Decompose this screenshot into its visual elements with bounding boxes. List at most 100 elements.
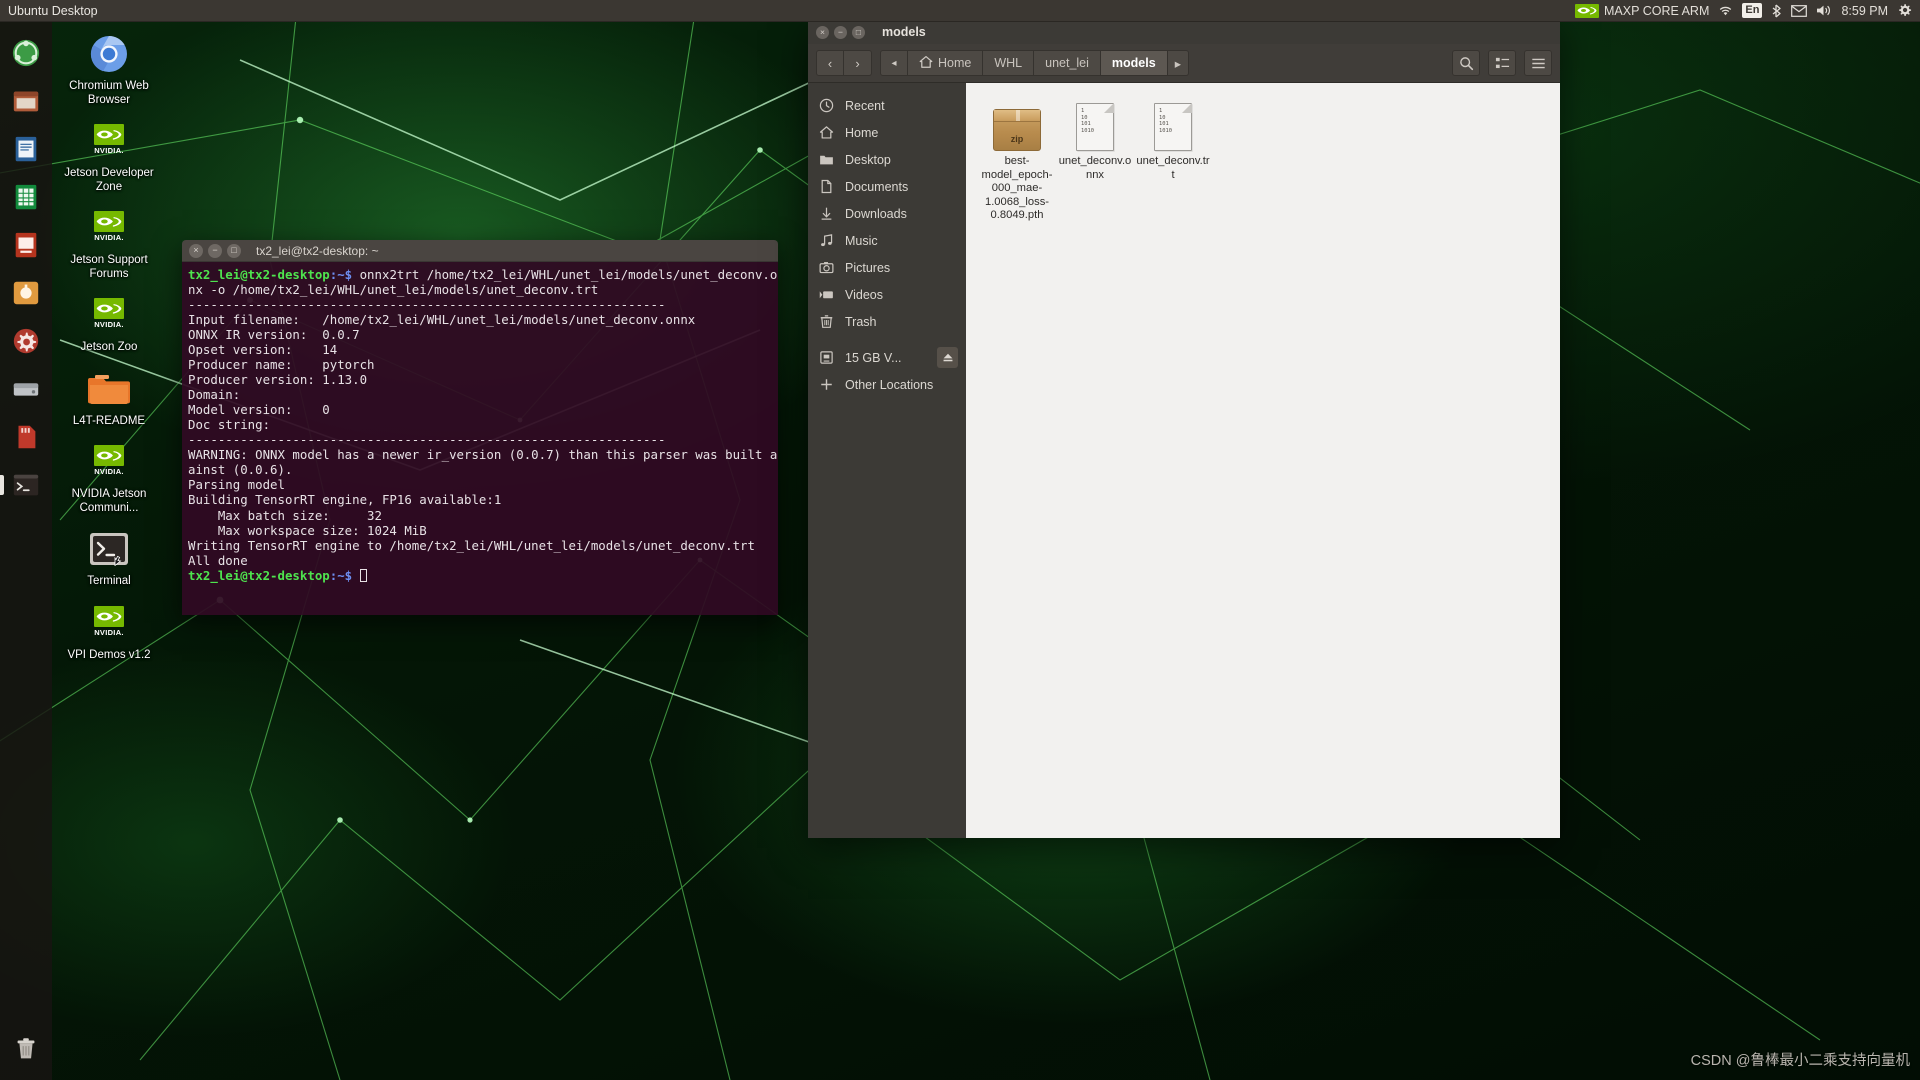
desktop-icon-chromium-web-browser[interactable]: Chromium Web Browser — [60, 30, 158, 107]
terminal-titlebar[interactable]: × − □ tx2_lei@tx2-desktop: ~ — [182, 240, 778, 262]
launcher-item-disks[interactable] — [4, 367, 48, 411]
terminal-icon — [89, 525, 129, 573]
terminal-line: Doc string: — [188, 417, 271, 433]
eject-button[interactable] — [937, 347, 958, 368]
launcher-item-writer[interactable] — [4, 127, 48, 171]
breadcrumb-label: WHL — [994, 56, 1023, 70]
breadcrumb-label: models — [1111, 56, 1156, 70]
terminal-maximize-button[interactable]: □ — [227, 243, 241, 258]
sidebar-item-recent[interactable]: Recent — [808, 92, 966, 119]
launcher-item-trash[interactable] — [4, 1026, 48, 1070]
terminal-line: Producer version: 1.13.0 — [188, 372, 368, 388]
desktop-icon-nvidia-jetson-community[interactable]: NVIDIA. NVIDIA Jetson Communi... — [60, 438, 158, 515]
sidebar-item-volume[interactable]: 15 GB V... — [808, 344, 966, 371]
nvidia-wordmark: NVIDIA. — [94, 233, 124, 242]
file-manager-window[interactable]: × − □ models ‹ › ◂ Home WHL unet_lei mod… — [808, 20, 1560, 838]
launcher-item-dash[interactable] — [4, 31, 48, 75]
wifi-icon[interactable] — [1718, 4, 1733, 17]
sidebar-item-music[interactable]: Music — [808, 227, 966, 254]
breadcrumb-item-home[interactable]: Home — [908, 50, 984, 76]
home-icon — [919, 55, 933, 72]
file-item[interactable]: 1 10 101 1010 unet_deconv.trt — [1135, 95, 1211, 223]
launcher-item-calc[interactable] — [4, 175, 48, 219]
launcher-item-software-center[interactable] — [4, 271, 48, 315]
file-manager-maximize-button[interactable]: □ — [852, 25, 865, 39]
keyboard-layout-indicator[interactable]: En — [1742, 3, 1763, 18]
back-button[interactable]: ‹ — [816, 50, 844, 76]
desktop-icon-label: Jetson Developer Zone — [64, 167, 154, 193]
terminal-line: All done — [188, 552, 248, 568]
folder-glyph — [819, 155, 833, 165]
tray-nvidia-indicator[interactable]: MAXP CORE ARM — [1575, 3, 1709, 18]
sidebar-item-trash[interactable]: Trash — [808, 308, 966, 335]
clock[interactable]: 8:59 PM — [1841, 4, 1888, 18]
terminal-title-label: tx2_lei@tx2-desktop: ~ — [256, 243, 379, 258]
sidebar-item-pictures[interactable]: Pictures — [808, 254, 966, 281]
desktop-icon-jetson-support-forums[interactable]: NVIDIA. Jetson Support Forums — [60, 204, 158, 281]
launcher-item-impress[interactable] — [4, 223, 48, 267]
sidebar-item-downloads[interactable]: Downloads — [808, 200, 966, 227]
forward-button[interactable]: › — [844, 50, 872, 76]
terminal-cursor — [359, 568, 367, 582]
file-item[interactable]: zip best-model_epoch-000_mae-1.0068_loss… — [979, 95, 1055, 223]
breadcrumb-item-whl[interactable]: WHL — [983, 50, 1035, 76]
launcher-item-settings[interactable] — [4, 319, 48, 363]
menu-icon[interactable] — [1524, 50, 1552, 76]
nvidia-badge: NVIDIA. — [89, 298, 129, 332]
sidebar-item-desktop[interactable]: Desktop — [808, 146, 966, 173]
sidebar-item-home[interactable]: Home — [808, 119, 966, 146]
nvidia-eye-glyph — [96, 450, 122, 461]
file-manager-minimize-button[interactable]: − — [834, 25, 847, 39]
sidebar-item-videos[interactable]: Videos — [808, 281, 966, 308]
desktop-icon-vpi-demos[interactable]: NVIDIA. VPI Demos v1.2 — [60, 599, 158, 663]
desktop-screen: Ubuntu Desktop MAXP CORE ARM En 8:59 PM … — [0, 0, 1920, 1080]
desktop-icon-label: VPI Demos v1.2 — [67, 648, 151, 661]
bluetooth-icon[interactable] — [1771, 4, 1782, 18]
desktop-icon-label: NVIDIA Jetson Communi... — [71, 488, 147, 514]
terminal-output[interactable]: tx2_lei@tx2-desktop:~$ onnx2trt /home/tx… — [182, 262, 778, 615]
file-item[interactable]: 1 10 101 1010 unet_deconv.onnx — [1057, 95, 1133, 223]
nvidia-badge: NVIDIA. — [89, 445, 129, 479]
launcher-item-terminal[interactable] — [0, 463, 48, 507]
impress-icon — [15, 232, 37, 258]
camera-glyph — [819, 262, 833, 274]
desktop-icon-terminal[interactable]: Terminal — [60, 525, 158, 589]
file-manager-titlebar[interactable]: × − □ models — [808, 20, 1560, 44]
sidebar-item-documents[interactable]: Documents — [808, 173, 966, 200]
gear-icon[interactable] — [1897, 3, 1912, 18]
breadcrumb-scroll-right-button[interactable]: ▸ — [1167, 50, 1189, 76]
terminal-line: Producer name: pytorch — [188, 357, 375, 373]
launcher-item-files[interactable] — [4, 79, 48, 123]
desktop-icon-l4t-readme[interactable]: L4T-README — [60, 365, 158, 429]
trash-glyph — [820, 315, 832, 328]
mail-icon[interactable] — [1791, 4, 1808, 17]
terminal-line: Parsing model — [188, 477, 285, 493]
nvidia-eye-glyph — [96, 216, 122, 227]
zip-archive-icon: zip — [993, 95, 1041, 151]
volume-icon[interactable] — [1816, 4, 1832, 17]
download-glyph — [821, 207, 831, 220]
desktop-icon-jetson-developer-zone[interactable]: NVIDIA. Jetson Developer Zone — [60, 117, 158, 194]
desktop-icon-label: Jetson Support Forums — [70, 254, 148, 280]
sidebar-item-label: Downloads — [845, 206, 907, 221]
file-list-view[interactable]: zip best-model_epoch-000_mae-1.0068_loss… — [966, 83, 1560, 838]
terminal-window[interactable]: × − □ tx2_lei@tx2-desktop: ~ tx2_lei@tx2… — [182, 240, 778, 615]
clock-icon — [818, 98, 834, 114]
sidebar-item-other-locations[interactable]: Other Locations — [808, 371, 966, 398]
document-icon — [818, 179, 834, 195]
breadcrumb-item-unet-lei[interactable]: unet_lei — [1034, 50, 1101, 76]
terminal-close-button[interactable]: × — [189, 243, 203, 258]
terminal-icon — [13, 474, 39, 496]
desktop-icon-jetson-zoo[interactable]: NVIDIA. Jetson Zoo — [60, 291, 158, 355]
launcher-item-sdcard[interactable] — [4, 415, 48, 459]
terminal-minimize-button[interactable]: − — [208, 243, 222, 258]
download-icon — [818, 206, 834, 222]
view-toggle-icon[interactable] — [1488, 50, 1516, 76]
breadcrumb-item-models[interactable]: models — [1100, 50, 1168, 76]
breadcrumb-scroll-left-button[interactable]: ◂ — [880, 50, 908, 76]
file-manager-close-button[interactable]: × — [816, 25, 829, 39]
launcher-bottom — [0, 1022, 52, 1074]
search-icon[interactable] — [1452, 50, 1480, 76]
terminal-prompt-path: :~$ — [329, 567, 353, 583]
binary-file-glyph: 1 10 101 1010 — [1076, 103, 1114, 151]
